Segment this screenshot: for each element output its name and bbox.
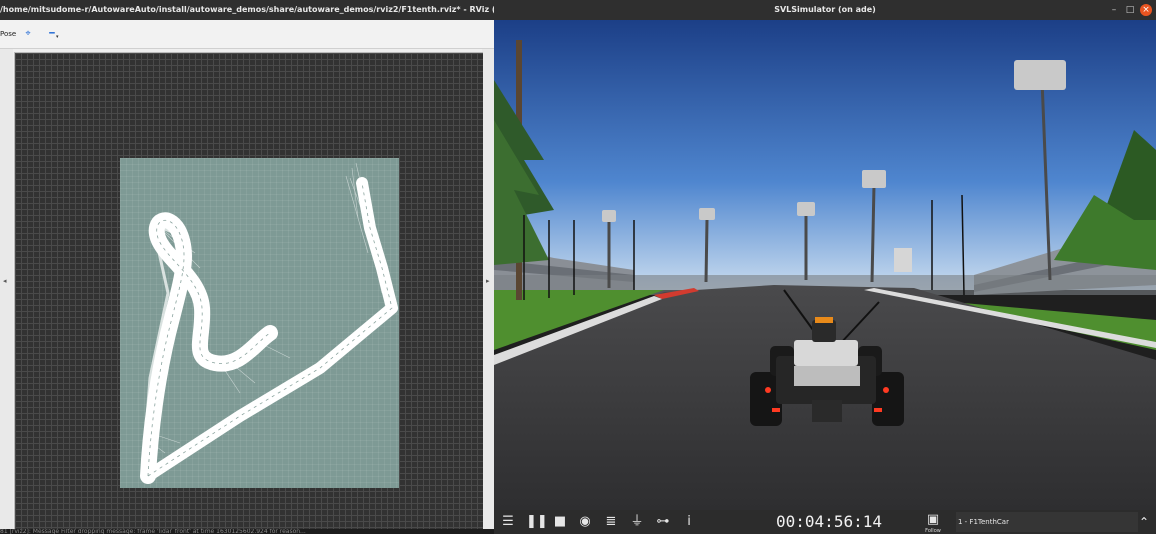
terminal-output: 81 [rviz2]: Message Filter dropping mess…	[0, 529, 494, 534]
chevron-up-icon[interactable]: ⌃	[1136, 514, 1152, 530]
collapse-left-icon[interactable]: ◂	[3, 277, 7, 285]
simulator-control-bar: ☰ ❚❚ ■ ◉ ≣ ⏚ ⊶ i 00:04:56:14 ▣ Follow 1 …	[494, 510, 1156, 534]
simulation-clock: 00:04:56:14	[776, 512, 882, 531]
follow-label: Follow	[925, 528, 941, 534]
rviz-window: /home/mitsudome-r/AutowareAuto/install/a…	[0, 0, 494, 530]
pose-tool-button[interactable]: Pose	[0, 20, 16, 48]
info-icon[interactable]: i	[681, 514, 697, 530]
minimize-icon[interactable]: –	[1108, 4, 1120, 16]
simulator-viewport[interactable]	[494, 20, 1156, 510]
track-path-overlay	[140, 162, 398, 484]
vehicle-selector[interactable]: 1 - F1TenthCar	[956, 512, 1138, 532]
billboard	[894, 248, 912, 272]
camera-icon[interactable]: ▣	[925, 512, 941, 528]
plug-icon[interactable]: ⏚	[629, 514, 645, 530]
rviz-toolbar: Pose ⌖ ━ ▾	[0, 20, 494, 49]
maximize-icon[interactable]: □	[1124, 4, 1136, 16]
svl-window: SVLSimulator (on ade) – □ × ☰ ❚❚ ■ ◉ ≣ ⏚…	[494, 0, 1156, 534]
race-scene	[494, 20, 1156, 510]
tool-dropdown-icon[interactable]: ▾	[56, 34, 59, 40]
occupancy-map	[120, 158, 399, 488]
rviz-title-bar: /home/mitsudome-r/AutowareAuto/install/a…	[0, 0, 494, 20]
left-dock-gutter: ◂	[0, 49, 13, 530]
pause-icon[interactable]: ❚❚	[526, 514, 548, 530]
collapse-right-icon[interactable]: ▸	[486, 277, 490, 285]
stop-icon[interactable]: ■	[552, 514, 568, 530]
crosshair-icon[interactable]: ⌖	[23, 29, 33, 39]
menu-icon[interactable]: ☰	[500, 514, 516, 530]
right-dock-gutter: ▸	[482, 49, 494, 530]
close-icon[interactable]: ×	[1140, 4, 1152, 16]
eye-icon[interactable]: ◉	[577, 514, 593, 530]
rviz-3d-view[interactable]	[14, 52, 483, 530]
svl-title-bar: SVLSimulator (on ade)	[494, 0, 1156, 20]
gamepad-icon[interactable]: ⊶	[655, 514, 671, 530]
sliders-icon[interactable]: ≣	[603, 514, 619, 530]
